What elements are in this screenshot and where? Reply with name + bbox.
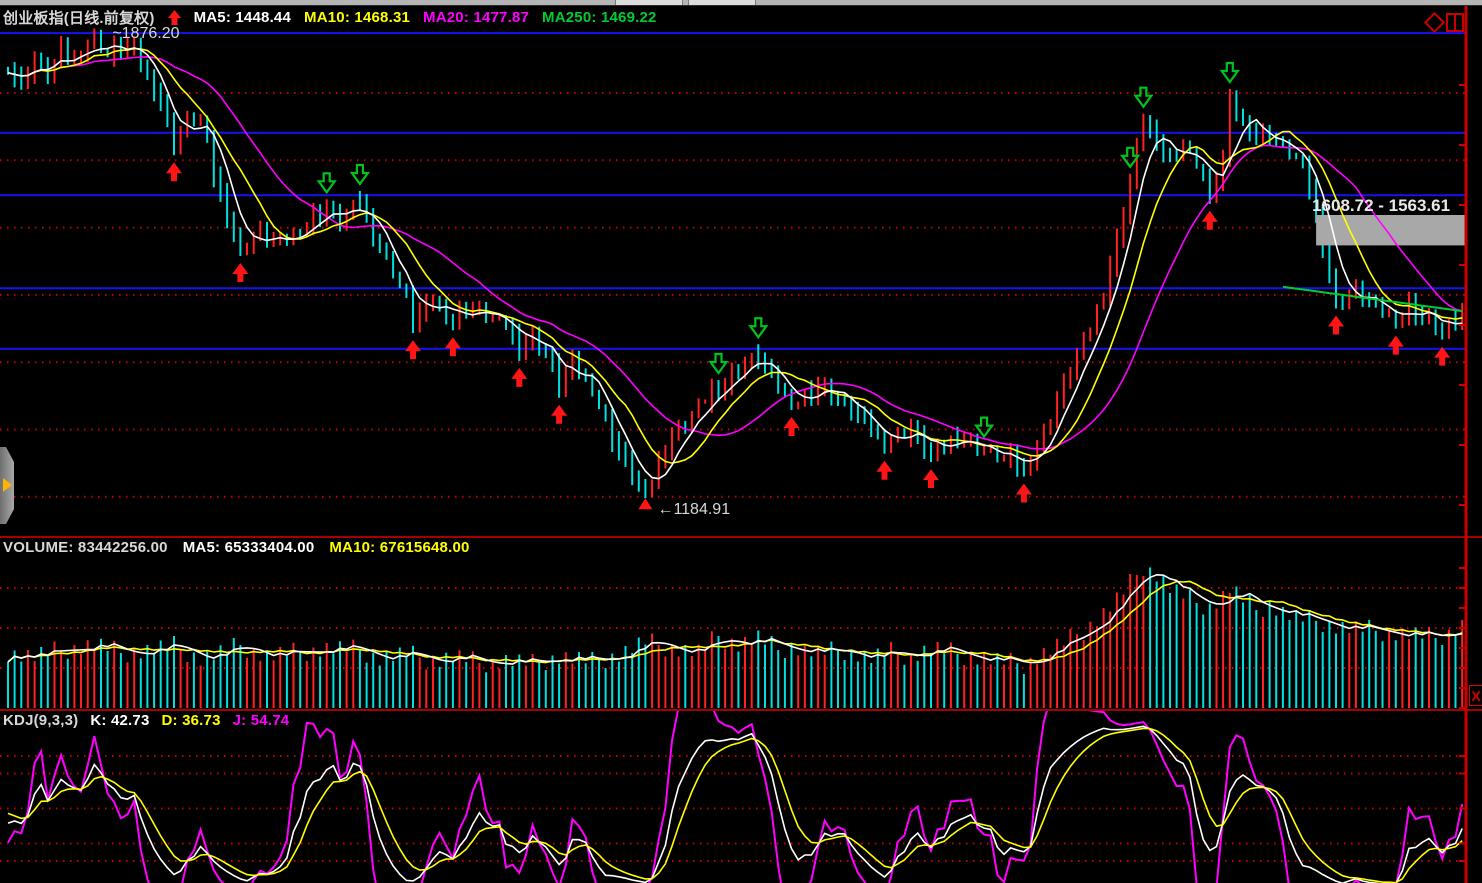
kdj-header: KDJ(9,3,3) K: 42.73 D: 36.73 J: 54.74 bbox=[3, 712, 289, 729]
kdj-j-value: J: 54.74 bbox=[232, 712, 290, 729]
buy-signal-arrow bbox=[876, 460, 893, 480]
buy-signal-arrow bbox=[923, 469, 939, 489]
ma10-value: MA10: 1468.31 bbox=[304, 9, 411, 26]
up-arrow-icon bbox=[167, 9, 181, 26]
buy-signal-arrow bbox=[444, 337, 461, 357]
chart-canvas[interactable] bbox=[0, 0, 1482, 883]
buy-signal-arrow bbox=[405, 340, 421, 360]
stock-chart-window: 创业板指(日线.前复权) MA5: 1448.44 MA10: 1468.31 … bbox=[0, 0, 1482, 883]
buy-signal-arrow bbox=[1328, 315, 1344, 335]
close-indicator-button[interactable]: X bbox=[1469, 685, 1482, 706]
sell-signal-arrow bbox=[1133, 86, 1154, 109]
ma20-value: MA20: 1477.87 bbox=[423, 9, 530, 26]
price-axis bbox=[0, 6, 1482, 883]
sell-signal-arrow bbox=[316, 172, 337, 195]
volume-ma5-value: MA5: 65333404.00 bbox=[182, 539, 315, 556]
kdj-k-value: K: 42.73 bbox=[90, 712, 150, 729]
volume-pane bbox=[0, 567, 1466, 708]
sell-signal-arrow bbox=[708, 352, 729, 375]
chart-header: 创业板指(日线.前复权) MA5: 1448.44 MA10: 1468.31 … bbox=[3, 7, 657, 28]
split-window-icon[interactable] bbox=[1446, 13, 1464, 32]
volume-header: VOLUME: 83442256.00 MA5: 65333404.00 MA1… bbox=[3, 539, 470, 556]
sell-signal-arrow bbox=[1120, 146, 1141, 169]
expand-arrow-icon bbox=[3, 478, 12, 492]
low-marker-triangle bbox=[638, 498, 653, 510]
buy-signal-arrow bbox=[1387, 335, 1404, 355]
sell-signal-arrow bbox=[349, 163, 371, 186]
buy-signal-arrow bbox=[1015, 483, 1032, 503]
ma5-value: MA5: 1448.44 bbox=[193, 9, 292, 26]
buy-signal-arrow bbox=[166, 162, 182, 182]
price-pane bbox=[0, 28, 1466, 510]
split-divider bbox=[1454, 15, 1457, 30]
volume-ma10-value: MA10: 67615648.00 bbox=[329, 539, 470, 556]
volume-value: VOLUME: 83442256.00 bbox=[3, 539, 168, 556]
sidebar-expand-tab[interactable] bbox=[0, 447, 14, 524]
kdj-indicator-label: KDJ(9,3,3) bbox=[3, 712, 79, 729]
buy-signal-arrow bbox=[783, 417, 800, 436]
low-price-label: ←1184.91 bbox=[657, 501, 731, 519]
sell-signal-arrow bbox=[1219, 61, 1240, 84]
ma250-value: MA250: 1469.22 bbox=[542, 9, 657, 26]
buy-signal-arrow bbox=[511, 367, 528, 387]
sell-signal-arrow bbox=[748, 317, 769, 340]
buy-signal-arrow bbox=[551, 404, 568, 424]
high-price-label: ~1876.20 bbox=[112, 25, 180, 42]
sell-signal-arrow bbox=[973, 416, 995, 439]
kdj-d-value: D: 36.73 bbox=[161, 712, 221, 729]
price-range-label: 1608.72 - 1563.61 bbox=[1312, 196, 1451, 215]
buy-signal-arrow bbox=[232, 263, 249, 282]
